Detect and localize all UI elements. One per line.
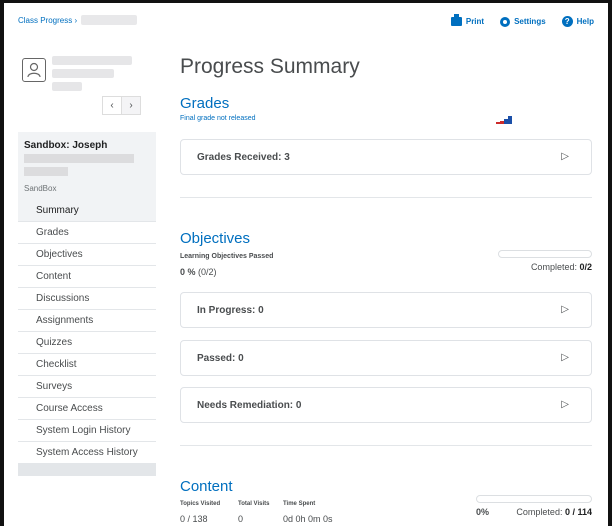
content-progress-bar <box>476 495 592 503</box>
grades-mini-chart <box>496 116 512 124</box>
content-percent-value: 0% <box>476 507 490 517</box>
sidebar-footer <box>18 464 156 476</box>
sidebar-item-assignments[interactable]: Assignments <box>18 310 156 332</box>
user-block: Sandbox: Joseph SandBox <box>18 132 156 200</box>
time-spent-value: 0d 0h 0m 0s <box>283 514 333 524</box>
objectives-count: (0/2) <box>198 267 217 277</box>
next-user-button[interactable]: › <box>122 96 141 115</box>
user-details-redacted <box>52 56 132 95</box>
sidebar-item-checklist[interactable]: Checklist <box>18 354 156 376</box>
objectives-heading[interactable]: Objectives <box>180 230 250 247</box>
in-progress-panel[interactable]: In Progress: 0 ▷ <box>180 292 592 328</box>
sidebar-item-course-access[interactable]: Course Access <box>18 398 156 420</box>
main-content: Progress Summary Grades Final grade not … <box>178 0 594 526</box>
needs-remediation-panel[interactable]: Needs Remediation: 0 ▷ <box>180 387 592 423</box>
topics-visited-value: 0 / 138 <box>180 514 208 524</box>
content-completed-label: Completed: <box>516 507 563 517</box>
needs-remediation-label: Needs Remediation: 0 <box>197 400 302 411</box>
sidebar-item-objectives[interactable]: Objectives <box>18 244 156 266</box>
sidebar-item-surveys[interactable]: Surveys <box>18 376 156 398</box>
grades-heading[interactable]: Grades <box>180 95 229 112</box>
content-heading[interactable]: Content <box>180 478 233 495</box>
user-info-redacted <box>24 167 68 176</box>
sidebar-item-system-access-history[interactable]: System Access History <box>18 442 156 464</box>
sidebar: ‹ › Sandbox: Joseph SandBox Summary Grad… <box>18 44 156 490</box>
grade-bar <box>508 116 512 124</box>
objectives-completed-value: 0/2 <box>579 262 592 272</box>
page-title: Progress Summary <box>180 55 360 78</box>
sidebar-item-quizzes[interactable]: Quizzes <box>18 332 156 354</box>
user-info-redacted <box>24 154 134 163</box>
chevron-right-icon: ▷ <box>561 399 569 410</box>
sidebar-item-grades[interactable]: Grades <box>18 222 156 244</box>
breadcrumb-current-redacted <box>81 15 138 25</box>
sidebar-nav: Summary Grades Objectives Content Discus… <box>18 200 156 476</box>
objectives-percent: 0 % (0/2) <box>180 267 217 277</box>
grades-received-panel[interactable]: Grades Received: 3 ▷ <box>180 139 592 175</box>
breadcrumb-link-class-progress[interactable]: Class Progress › <box>18 16 77 25</box>
chevron-right-icon: ▷ <box>561 151 569 162</box>
content-completed: Completed: 0 / 114 <box>516 507 592 517</box>
window-frame-left <box>0 0 4 526</box>
objectives-passed-label: Learning Objectives Passed <box>180 253 274 260</box>
chevron-right-icon: ▷ <box>561 352 569 363</box>
sidebar-item-content[interactable]: Content <box>18 266 156 288</box>
objectives-completed: Completed: 0/2 <box>531 262 592 272</box>
window-frame-right <box>608 0 612 526</box>
user-org: SandBox <box>24 184 57 193</box>
content-percent: 0% <box>476 507 489 517</box>
total-visits-label: Total Visits <box>238 501 270 507</box>
user-icon <box>27 62 41 78</box>
topics-visited-label: Topics Visited <box>180 501 221 507</box>
in-progress-label: In Progress: 0 <box>197 305 264 316</box>
passed-panel[interactable]: Passed: 0 ▷ <box>180 340 592 376</box>
section-divider <box>180 197 592 198</box>
chevron-right-icon: ▷ <box>561 304 569 315</box>
objectives-progress-bar <box>498 250 592 258</box>
user-pager: ‹ › <box>102 96 141 115</box>
final-grade-note: Final grade not released <box>180 115 256 122</box>
section-divider <box>180 445 592 446</box>
objectives-completed-label: Completed: <box>530 262 577 272</box>
avatar <box>22 58 46 82</box>
breadcrumb: Class Progress › <box>18 15 138 25</box>
passed-label: Passed: 0 <box>197 353 244 364</box>
previous-user-button[interactable]: ‹ <box>102 96 122 115</box>
grades-received-label: Grades Received: 3 <box>197 152 290 163</box>
sidebar-item-system-login-history[interactable]: System Login History <box>18 420 156 442</box>
sidebar-item-discussions[interactable]: Discussions <box>18 288 156 310</box>
time-spent-label: Time Spent <box>283 501 316 507</box>
objectives-percent-value: 0 % <box>180 267 196 277</box>
user-name: Sandbox: Joseph <box>24 140 108 151</box>
content-completed-value: 0 / 114 <box>564 507 592 517</box>
total-visits-value: 0 <box>238 514 244 524</box>
sidebar-item-summary[interactable]: Summary <box>18 200 156 222</box>
